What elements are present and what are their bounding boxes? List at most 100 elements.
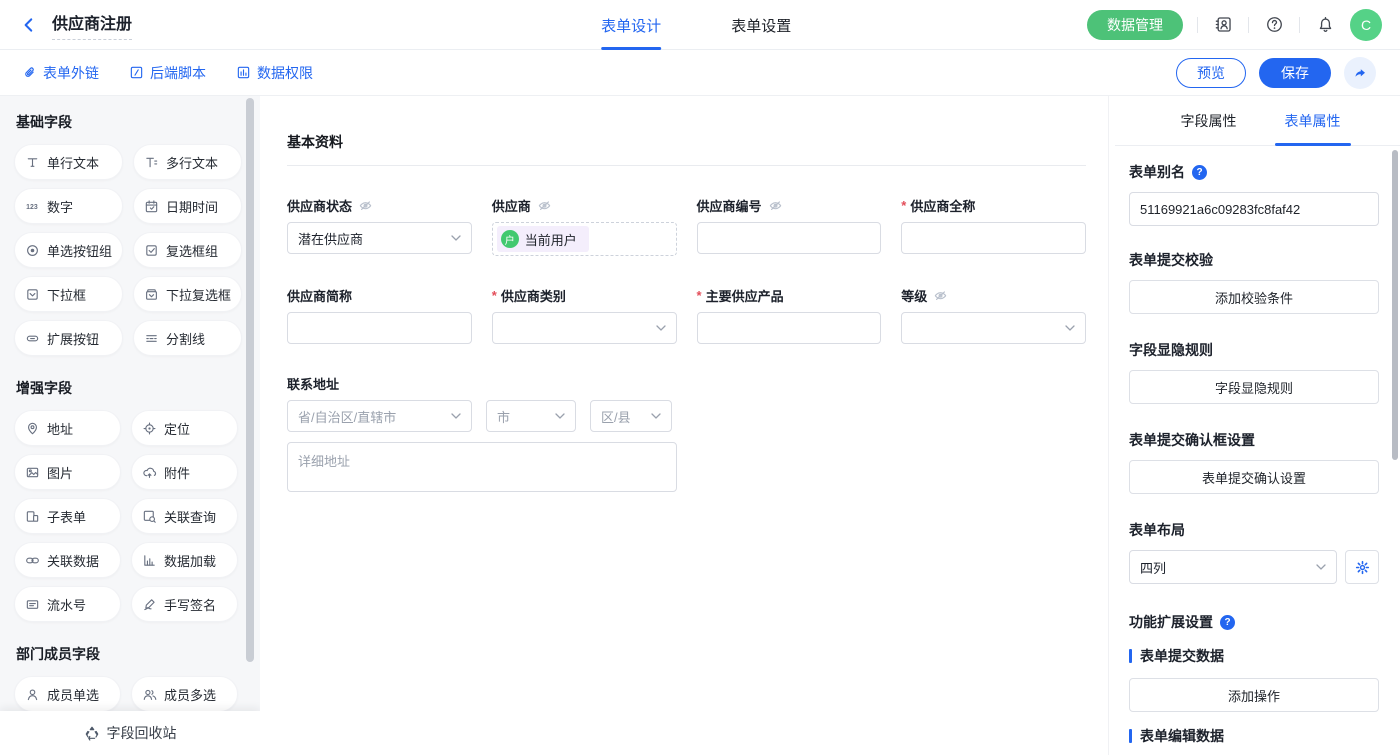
field-item-location[interactable]: 定位 xyxy=(131,410,238,446)
link-label: 表单外链 xyxy=(43,63,99,83)
field-item-data-load[interactable]: 数据加载 xyxy=(131,542,238,578)
field-main-products[interactable]: *主要供应产品 xyxy=(697,286,882,344)
tab-form-properties[interactable]: 表单属性 xyxy=(1285,96,1341,146)
field-item-number[interactable]: 123 数字 xyxy=(14,188,123,224)
sidebar-scrollbar[interactable] xyxy=(246,98,254,662)
field-item-attachment[interactable]: 附件 xyxy=(131,454,238,490)
layout-settings-button[interactable] xyxy=(1345,550,1379,584)
field-item-datetime[interactable]: 日期时间 xyxy=(133,188,242,224)
grade-select[interactable] xyxy=(901,312,1086,344)
data-manage-button[interactable]: 数据管理 xyxy=(1087,10,1183,40)
signature-icon xyxy=(142,597,157,612)
add-validation-button[interactable]: 添加校验条件 xyxy=(1129,280,1379,314)
form-layout-select[interactable]: 四列 xyxy=(1129,550,1337,584)
form-title[interactable]: 供应商注册 xyxy=(52,10,132,40)
field-item-linked-query[interactable]: 关联查询 xyxy=(131,498,238,534)
section-title-enhanced-fields: 增强字段 xyxy=(16,378,244,398)
link-icon xyxy=(22,65,37,80)
supplier-status-select[interactable]: 潜在供应商 xyxy=(287,222,472,254)
share-button[interactable] xyxy=(1344,57,1376,89)
field-item-dropdown-multi[interactable]: 下拉复选框 xyxy=(133,276,242,312)
field-recycle-bin[interactable]: 字段回收站 xyxy=(0,711,260,755)
tab-field-properties[interactable]: 字段属性 xyxy=(1181,96,1237,146)
chevron-down-icon xyxy=(451,413,461,420)
field-item-member-multi[interactable]: 成员多选 xyxy=(131,676,238,712)
main-products-input[interactable] xyxy=(697,312,882,344)
form-canvas[interactable]: 基本资料 供应商状态 潜在供应商 供应商 户 当 xyxy=(260,96,1108,755)
form-row: 供应商简称 *供应商类别 *主要供应产品 等级 xyxy=(287,286,1086,344)
field-grade[interactable]: 等级 xyxy=(901,286,1086,344)
avatar[interactable]: C xyxy=(1350,9,1382,41)
contacts-icon[interactable] xyxy=(1212,14,1234,36)
supplier-category-select[interactable] xyxy=(492,312,677,344)
supplier-full-name-input[interactable] xyxy=(901,222,1086,254)
supplier-short-name-input[interactable] xyxy=(287,312,472,344)
preview-button[interactable]: 预览 xyxy=(1176,58,1246,88)
current-user-tag: 户 当前用户 xyxy=(497,226,589,252)
panel-scrollbar[interactable] xyxy=(1392,150,1398,460)
bell-icon[interactable] xyxy=(1314,14,1336,36)
add-submit-action-button[interactable]: 添加操作 xyxy=(1129,678,1379,712)
province-select[interactable]: 省/自治区/直辖市 xyxy=(287,400,472,432)
field-item-linked-data[interactable]: 关联数据 xyxy=(14,542,121,578)
form-external-link[interactable]: 表单外链 xyxy=(22,63,99,83)
field-item-checkbox-group[interactable]: 复选框组 xyxy=(133,232,242,268)
field-item-single-text[interactable]: 单行文本 xyxy=(14,144,123,180)
linked-query-icon xyxy=(142,509,157,524)
chevron-down-icon xyxy=(1316,564,1326,571)
field-item-address[interactable]: 地址 xyxy=(14,410,121,446)
dropdown-multi-icon xyxy=(144,287,159,302)
field-supplier-full-name[interactable]: *供应商全称 xyxy=(901,196,1086,256)
field-item-serial-number[interactable]: 流水号 xyxy=(14,586,121,622)
help-badge-icon[interactable]: ? xyxy=(1220,615,1235,630)
detail-address-textarea[interactable]: 详细地址 xyxy=(287,442,677,492)
canvas-section-title[interactable]: 基本资料 xyxy=(287,132,1086,152)
chevron-down-icon xyxy=(555,413,565,420)
script-icon xyxy=(129,65,144,80)
hidden-eye-icon xyxy=(933,288,948,303)
save-button[interactable]: 保存 xyxy=(1259,58,1331,88)
supplier-user-field[interactable]: 户 当前用户 xyxy=(492,222,677,256)
image-icon xyxy=(25,465,40,480)
linked-data-icon xyxy=(25,553,40,568)
back-icon[interactable] xyxy=(20,15,40,35)
field-item-subform[interactable]: 子表单 xyxy=(14,498,121,534)
submit-confirm-button[interactable]: 表单提交确认设置 xyxy=(1129,460,1379,494)
tab-form-design[interactable]: 表单设计 xyxy=(601,0,661,50)
field-supplier-status[interactable]: 供应商状态 潜在供应商 xyxy=(287,196,472,256)
form-alias-input[interactable] xyxy=(1129,192,1379,226)
single-line-text-icon xyxy=(25,155,40,170)
checkbox-group-icon xyxy=(144,243,159,258)
supplier-code-input[interactable] xyxy=(697,222,882,254)
field-supplier-code[interactable]: 供应商编号 xyxy=(697,196,882,256)
field-item-image[interactable]: 图片 xyxy=(14,454,121,490)
user-avatar-icon: 户 xyxy=(501,230,519,248)
field-supplier-category[interactable]: *供应商类别 xyxy=(492,286,677,344)
field-item-extend-button[interactable]: 扩展按钮 xyxy=(14,320,123,356)
field-visibility-button[interactable]: 字段显隐规则 xyxy=(1129,370,1379,404)
canvas-inner: 基本资料 供应商状态 潜在供应商 供应商 户 当 xyxy=(260,96,1108,492)
chevron-down-icon xyxy=(451,235,461,242)
properties-panel: 字段属性 表单属性 表单别名 ? 表单提交校验 添加校验条件 字段显隐规则 字段… xyxy=(1108,96,1400,755)
submit-data-label: 表单提交数据 xyxy=(1129,646,1378,666)
field-item-radio-group[interactable]: 单选按钮组 xyxy=(14,232,123,268)
field-contact-address[interactable]: 联系地址 省/自治区/直辖市 市 区/县 详细地址 xyxy=(287,374,1086,492)
field-item-multi-text[interactable]: 多行文本 xyxy=(133,144,242,180)
city-select[interactable]: 市 xyxy=(486,400,576,432)
field-item-divider[interactable]: 分割线 xyxy=(133,320,242,356)
help-icon[interactable] xyxy=(1263,14,1285,36)
field-item-signature[interactable]: 手写签名 xyxy=(131,586,238,622)
tab-form-settings[interactable]: 表单设置 xyxy=(731,0,791,50)
backend-script-link[interactable]: 后端脚本 xyxy=(129,63,206,83)
divider xyxy=(1197,17,1198,33)
field-supplier-short-name[interactable]: 供应商简称 xyxy=(287,286,472,344)
field-palette-sidebar: 基础字段 单行文本 多行文本 123 数字 日期时间 单选按钮组 复选框组 下拉… xyxy=(0,96,260,755)
help-badge-icon[interactable]: ? xyxy=(1192,165,1207,180)
top-center-tabs: 表单设计 表单设置 xyxy=(601,0,791,50)
district-select[interactable]: 区/县 xyxy=(590,400,672,432)
field-item-dropdown[interactable]: 下拉框 xyxy=(14,276,123,312)
data-permission-link[interactable]: 数据权限 xyxy=(236,63,313,83)
field-supplier[interactable]: 供应商 户 当前用户 xyxy=(492,196,677,256)
extension-settings-label: 功能扩展设置 ? xyxy=(1129,612,1378,632)
field-item-member-single[interactable]: 成员单选 xyxy=(14,676,121,712)
